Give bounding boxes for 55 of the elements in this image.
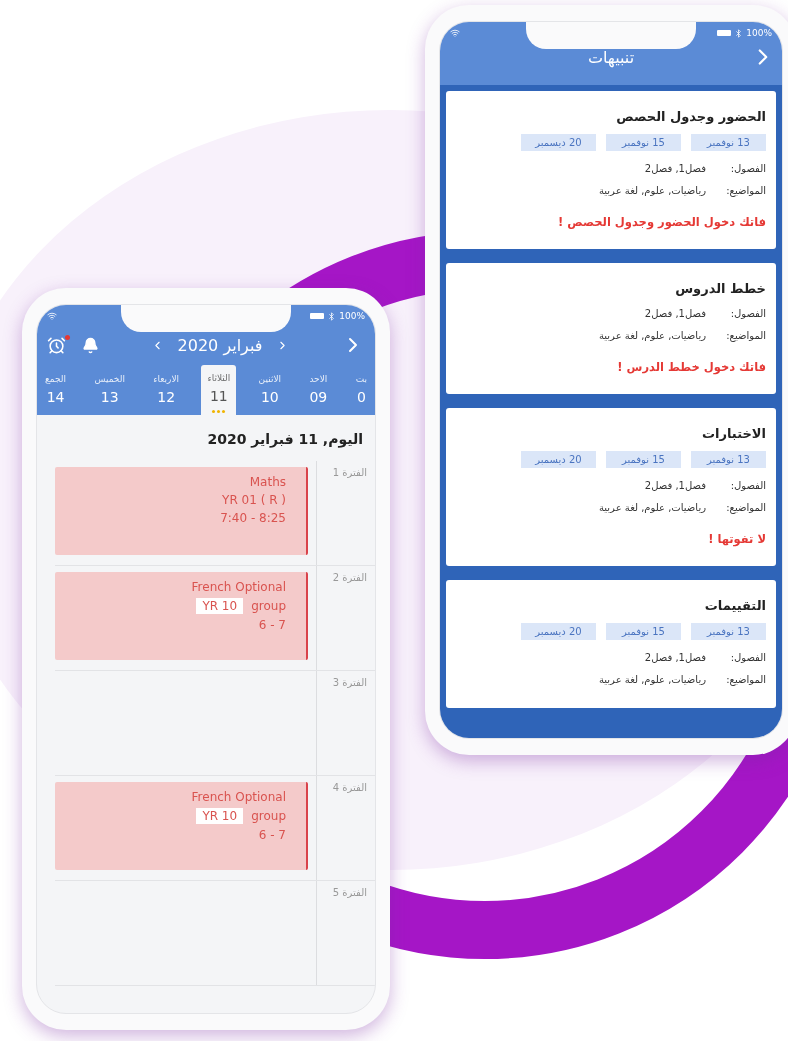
- date-chip: 13 نوفمبر: [691, 623, 766, 640]
- month-title: فبراير 2020: [177, 335, 263, 355]
- date-chip: 15 نوفمبر: [606, 451, 681, 468]
- bluetooth-icon: [327, 311, 337, 321]
- period-label: الفترة 2: [332, 572, 367, 583]
- date-chip: 15 نوفمبر: [606, 623, 681, 640]
- bluetooth-icon: [734, 28, 744, 38]
- card-title: التقييمات: [703, 598, 766, 613]
- screen-title: تنبيهات: [587, 48, 635, 67]
- event-dots-icon: [212, 409, 226, 413]
- notification-dot: [65, 334, 70, 340]
- card-title: الاختبارات: [701, 426, 766, 441]
- field-value: فصل1, فصل2: [644, 479, 706, 493]
- field-value: رياضيات, علوم, لغة عربية: [598, 184, 706, 198]
- period-label: الفترة 4: [332, 782, 367, 793]
- today-heading: اليوم, 11 فبراير 2020: [206, 430, 364, 450]
- warning-text: فاتك دخول الحضور وجدول الحصص !: [557, 214, 766, 229]
- field-label: الفصول:: [729, 307, 766, 321]
- field-label: المواضيع:: [725, 184, 766, 199]
- lesson-card[interactable]: French Optional YR 10 group 6 - 7: [55, 572, 308, 660]
- bell-icon[interactable]: [82, 336, 99, 354]
- battery-icon: [717, 30, 732, 36]
- wifi-icon: [450, 28, 460, 38]
- wifi-icon: [47, 311, 57, 321]
- field-value: رياضيات, علوم, لغة عربية: [598, 673, 706, 687]
- period-label: الفترة 5: [332, 887, 367, 898]
- battery-icon: [310, 313, 325, 319]
- lesson-card[interactable]: French Optional YR 10 group 6 - 7: [55, 782, 308, 870]
- field-label: المواضيع:: [725, 673, 766, 688]
- field-value: فصل1, فصل2: [644, 162, 706, 176]
- date-chip: 20 ديسمبر: [521, 623, 596, 640]
- date-chip: 20 ديسمبر: [521, 134, 596, 151]
- field-label: المواضيع:: [725, 501, 766, 516]
- period-label: الفترة 3: [332, 677, 367, 688]
- warning-text: فاتك دخول خطط الدرس !: [616, 359, 766, 374]
- card-title: الحضور وجدول الحصص: [615, 109, 766, 124]
- date-chip: 13 نوفمبر: [691, 134, 766, 151]
- field-label: الفصول:: [729, 162, 766, 176]
- period-label: الفترة 1: [332, 467, 367, 478]
- date-chip: 20 ديسمبر: [521, 451, 596, 468]
- date-chip: 13 نوفمبر: [691, 451, 766, 468]
- alarm-clock-icon[interactable]: [47, 335, 66, 355]
- field-label: المواضيع:: [725, 329, 766, 344]
- battery-text: 100%: [339, 311, 365, 321]
- field-label: الفصول:: [729, 479, 766, 493]
- field-value: فصل1, فصل2: [644, 651, 706, 665]
- date-chip: 15 نوفمبر: [606, 134, 681, 151]
- field-value: رياضيات, علوم, لغة عربية: [598, 329, 706, 343]
- battery-text: 100%: [746, 28, 772, 38]
- lesson-card[interactable]: Maths YR 01 ( R ) 7:40 - 8:25: [55, 467, 308, 555]
- field-label: الفصول:: [729, 651, 766, 665]
- field-value: رياضيات, علوم, لغة عربية: [598, 501, 706, 515]
- field-value: فصل1, فصل2: [644, 307, 706, 321]
- card-title: خطط الدروس: [674, 281, 766, 296]
- warning-text: لا تفوتها !: [707, 531, 766, 546]
